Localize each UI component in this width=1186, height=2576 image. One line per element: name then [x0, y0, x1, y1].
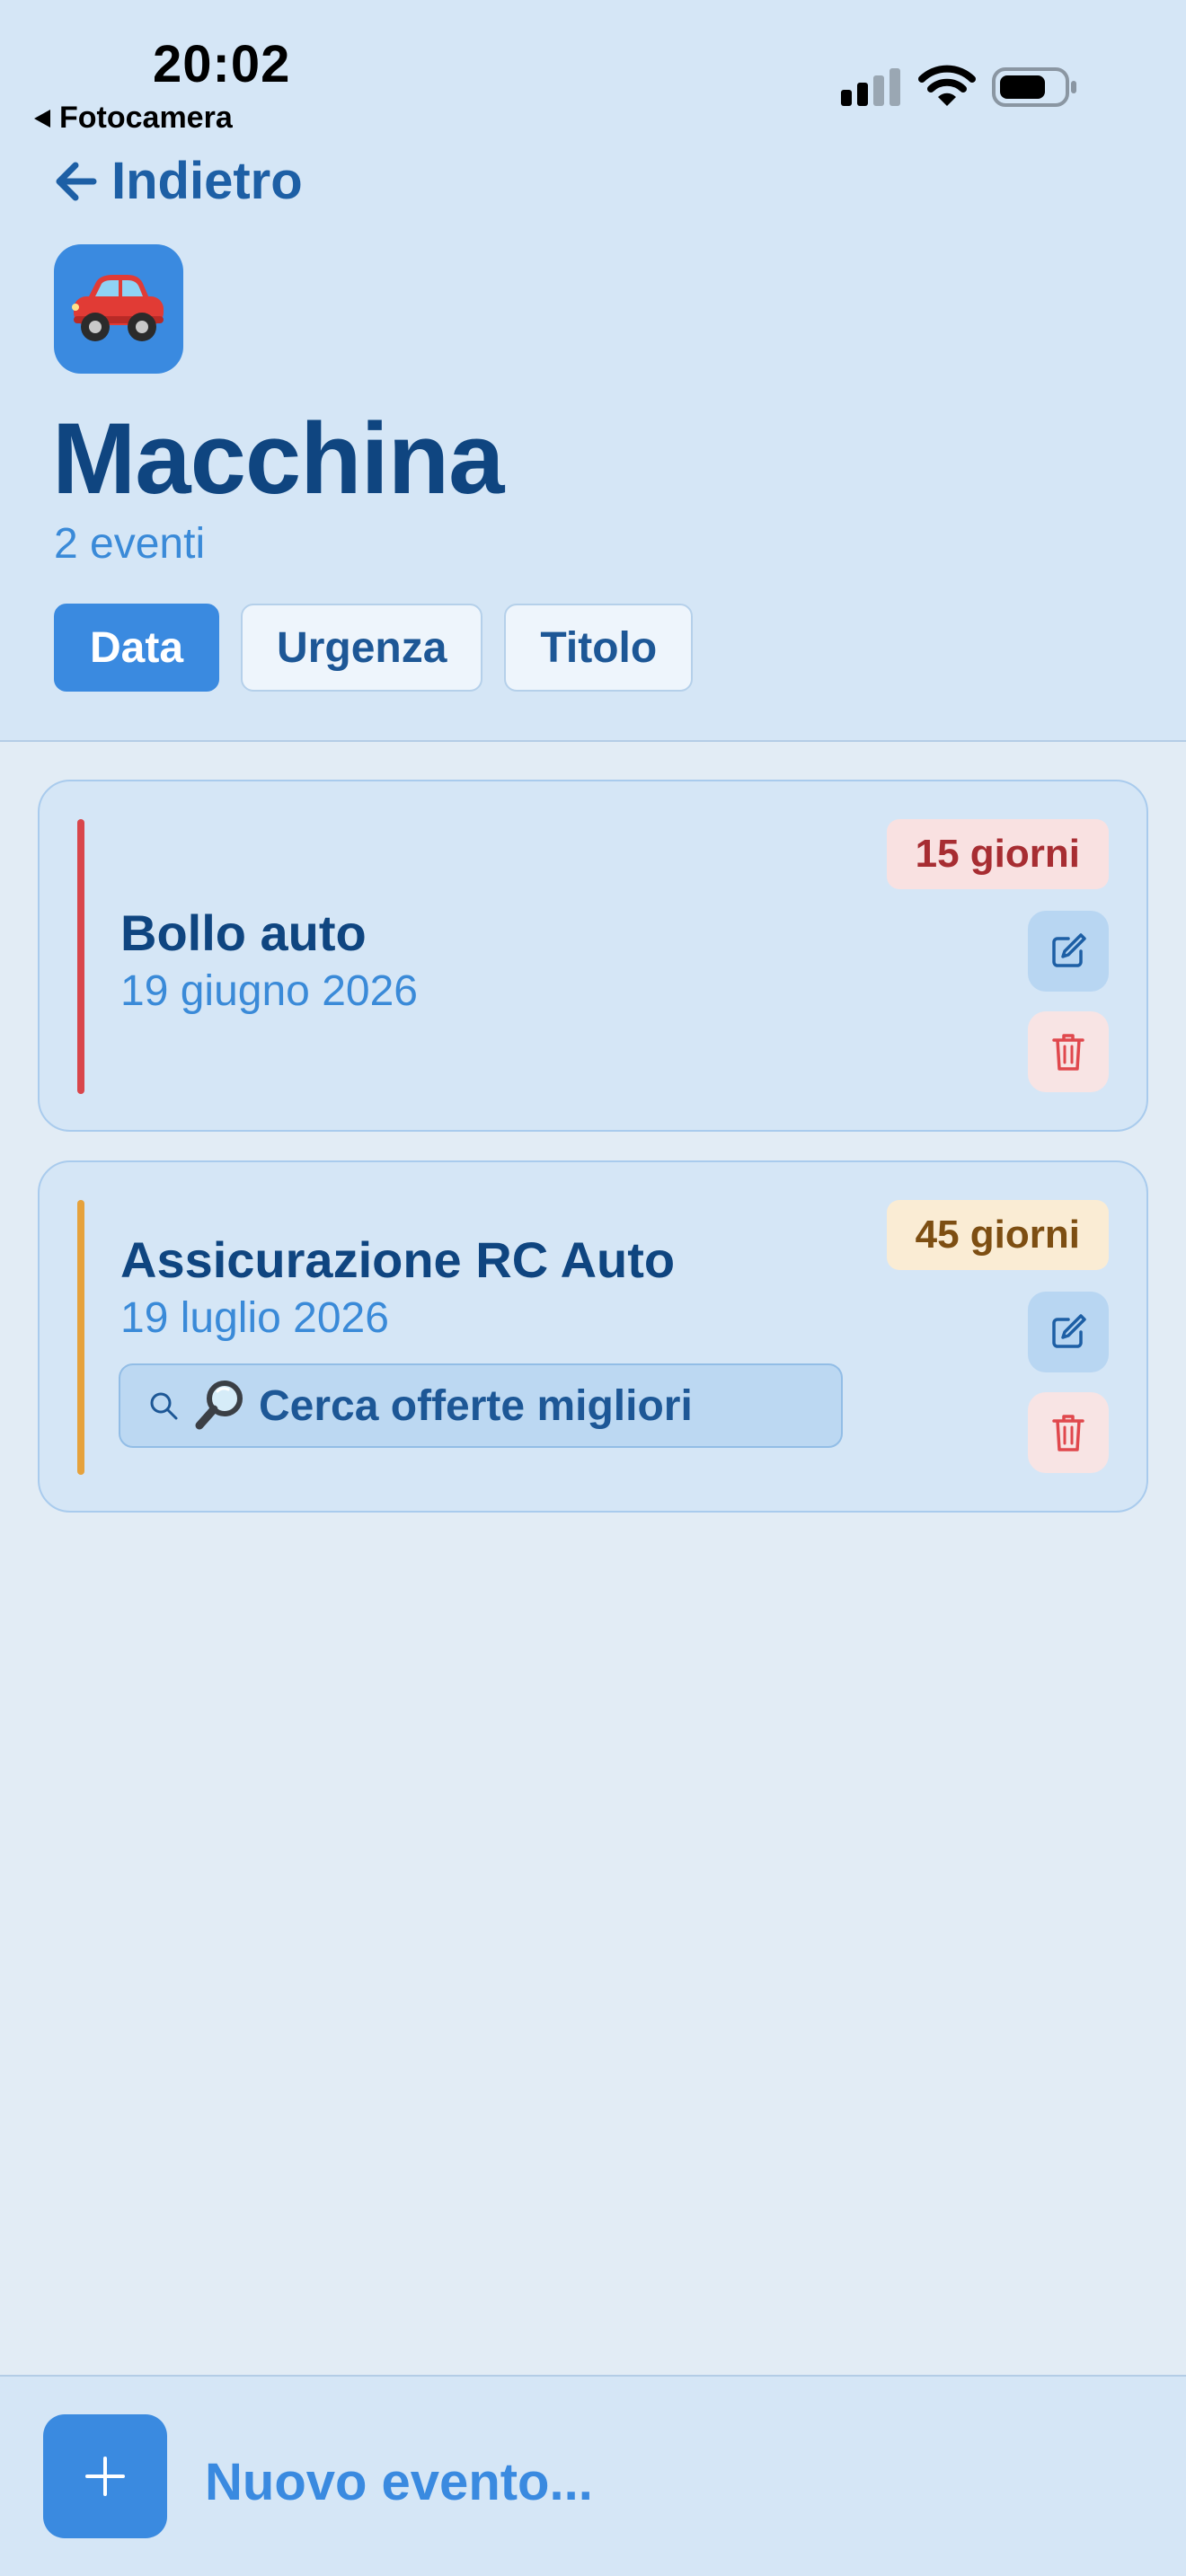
category-icon: [54, 244, 183, 374]
sort-tabs: Data Urgenza Titolo: [54, 604, 694, 692]
search-offers-label: Cerca offerte migliori: [259, 1381, 693, 1430]
back-triangle-icon: [34, 109, 50, 128]
event-card[interactable]: Assicurazione RC Auto 19 luglio 2026 Cer…: [38, 1160, 1148, 1513]
days-left-badge: 15 giorni: [886, 819, 1109, 889]
magnifier-emoji-icon: [195, 1381, 243, 1430]
tab-urgenza[interactable]: Urgenza: [241, 604, 483, 692]
event-count: 2 eventi: [54, 520, 206, 568]
header: 20:02 Fotocamera Indietro Macchina 2 eve…: [0, 0, 1186, 742]
edit-button[interactable]: [1028, 1292, 1109, 1372]
event-title: Bollo auto: [120, 904, 367, 961]
car-icon: [72, 275, 164, 341]
search-offers-button[interactable]: Cerca offerte migliori: [119, 1363, 843, 1448]
status-time: 20:02: [153, 35, 291, 93]
battery-icon: [992, 67, 1076, 107]
back-button[interactable]: Indietro: [54, 151, 303, 211]
edit-button[interactable]: [1028, 911, 1109, 992]
event-title: Assicurazione RC Auto: [120, 1231, 676, 1288]
edit-icon: [1052, 933, 1086, 967]
tab-titolo[interactable]: Titolo: [504, 604, 694, 692]
plus-icon: [85, 2457, 125, 2496]
trash-icon: [1052, 1415, 1084, 1451]
event-card[interactable]: Bollo auto 19 giugno 2026 15 giorni: [38, 780, 1148, 1132]
trash-icon: [1052, 1034, 1084, 1071]
bottom-bar: Nuovo evento...: [0, 2375, 1186, 2576]
search-icon: [150, 1392, 178, 1420]
page-title: Macchina: [52, 402, 504, 515]
delete-button[interactable]: [1028, 1011, 1109, 1092]
wifi-icon: [918, 65, 976, 106]
days-left-badge: 45 giorni: [886, 1200, 1109, 1270]
urgency-bar: [77, 819, 84, 1094]
back-label: Indietro: [111, 152, 303, 210]
tab-data[interactable]: Data: [54, 604, 220, 692]
return-to-app-link[interactable]: Fotocamera: [34, 101, 233, 136]
add-event-button[interactable]: [43, 2414, 167, 2538]
event-date: 19 giugno 2026: [120, 967, 418, 1015]
event-date: 19 luglio 2026: [120, 1294, 389, 1342]
return-app-label: Fotocamera: [59, 101, 233, 135]
delete-button[interactable]: [1028, 1392, 1109, 1473]
urgency-bar: [77, 1200, 84, 1475]
arrow-left-icon: [56, 162, 97, 200]
edit-icon: [1052, 1314, 1086, 1348]
signal-icon: [841, 68, 900, 106]
new-event-input[interactable]: Nuovo evento...: [205, 2452, 593, 2512]
